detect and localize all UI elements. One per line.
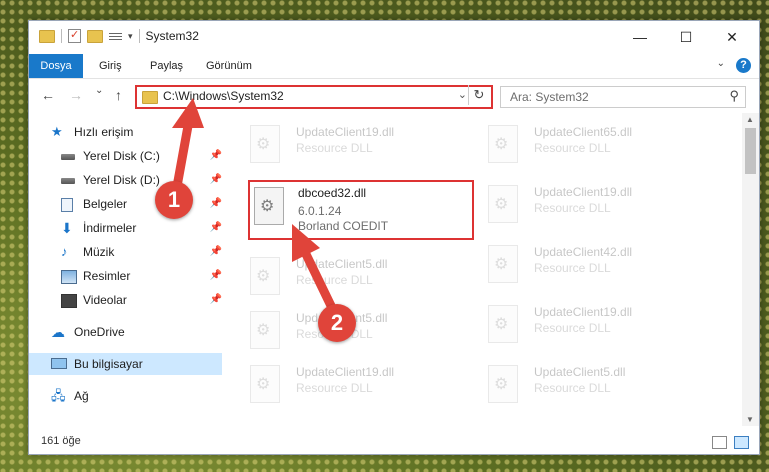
callout-badge-1: 1 (155, 181, 193, 219)
arrow-1-head (172, 98, 204, 128)
callout-badge-2: 2 (318, 304, 356, 342)
arrow-2-shaft (299, 245, 339, 317)
annotation-arrows (171, 98, 339, 317)
